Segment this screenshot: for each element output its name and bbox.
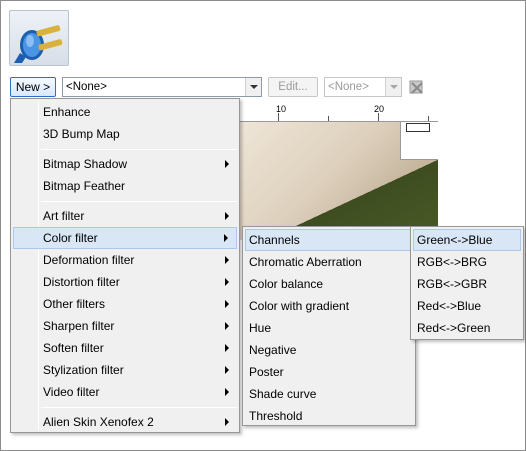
preset-select[interactable]: <None> [62, 77, 262, 97]
menu-item-color-balance[interactable]: Color balance [245, 273, 413, 295]
menu-separator [41, 149, 237, 150]
ruler-tick [428, 116, 429, 121]
horizontal-ruler: 10 20 [238, 100, 438, 122]
view-toggle-icon[interactable] [406, 123, 430, 132]
menu-item-red-green[interactable]: Red<->Green [413, 317, 521, 339]
menu-item-label: Soften filter [43, 341, 104, 355]
menu-item-3d-bump-map[interactable]: 3D Bump Map [13, 123, 237, 145]
menu-item-rgb-brg[interactable]: RGB<->BRG [413, 251, 521, 273]
menu-item-hue[interactable]: Hue [245, 317, 413, 339]
menu-item-soften-filter[interactable]: Soften filter [13, 337, 237, 359]
new-menu: Enhance 3D Bump Map Bitmap Shadow Bitmap… [10, 98, 240, 433]
menu-item-poster[interactable]: Poster [245, 361, 413, 383]
ruler-tick [378, 113, 379, 121]
menu-item-chromatic-aberration[interactable]: Chromatic Aberration [245, 251, 413, 273]
menu-item-deformation-filter[interactable]: Deformation filter [13, 249, 237, 271]
menu-item-label: Chromatic Aberration [249, 255, 362, 269]
menu-item-bitmap-shadow[interactable]: Bitmap Shadow [13, 153, 237, 175]
menu-item-shade-curve[interactable]: Shade curve [245, 383, 413, 405]
color-filter-submenu: Channels Chromatic Aberration Color bala… [242, 226, 416, 426]
menu-item-label: Bitmap Shadow [43, 157, 128, 171]
menu-item-label: Hue [249, 321, 272, 335]
submenu-arrow-icon [225, 212, 229, 220]
menu-item-label: Shade curve [249, 387, 317, 401]
menu-item-enhance[interactable]: Enhance [13, 101, 237, 123]
menu-item-label: Other filters [43, 297, 106, 311]
menu-item-green-blue[interactable]: Green<->Blue [413, 229, 521, 251]
submenu-arrow-icon [224, 234, 228, 242]
menu-item-label: Red<->Blue [417, 299, 482, 313]
menu-item-label: Threshold [249, 409, 303, 423]
submenu-arrow-icon [225, 366, 229, 374]
channels-submenu: Green<->Blue RGB<->BRG RGB<->GBR Red<->B… [410, 226, 524, 340]
menu-item-label: Stylization filter [43, 363, 124, 377]
menu-item-threshold[interactable]: Threshold [245, 405, 413, 427]
menu-item-label: Distortion filter [43, 275, 120, 289]
chevron-down-icon[interactable] [245, 78, 261, 96]
second-select-value: <None> [328, 81, 369, 93]
edit-button[interactable]: Edit... [268, 77, 318, 97]
submenu-arrow-icon [225, 160, 229, 168]
submenu-arrow-icon [225, 418, 229, 426]
menu-item-label: Green<->Blue [417, 233, 493, 247]
menu-item-label: RGB<->BRG [417, 255, 488, 269]
menu-item-bitmap-feather[interactable]: Bitmap Feather [13, 175, 237, 197]
plugin-icon[interactable] [9, 10, 69, 66]
menu-item-label: Enhance [43, 105, 91, 119]
submenu-arrow-icon [225, 300, 229, 308]
menu-item-channels[interactable]: Channels [245, 229, 413, 251]
menu-item-red-blue[interactable]: Red<->Blue [413, 295, 521, 317]
menu-item-label: Bitmap Feather [43, 179, 126, 193]
menu-item-alien-skin-xenofex-2[interactable]: Alien Skin Xenofex 2 [13, 411, 237, 433]
menu-item-label: Color filter [43, 231, 98, 245]
menu-item-label: Color with gradient [249, 299, 350, 313]
menu-item-sharpen-filter[interactable]: Sharpen filter [13, 315, 237, 337]
menu-item-art-filter[interactable]: Art filter [13, 205, 237, 227]
submenu-arrow-icon [225, 344, 229, 352]
ruler-label: 20 [374, 104, 385, 114]
submenu-arrow-icon [225, 256, 229, 264]
menu-item-color-filter[interactable]: Color filter [13, 227, 237, 249]
menu-separator [41, 201, 237, 202]
delete-icon[interactable] [408, 79, 426, 95]
menu-item-rgb-gbr[interactable]: RGB<->GBR [413, 273, 521, 295]
menu-item-label: Art filter [43, 209, 85, 223]
menu-item-stylization-filter[interactable]: Stylization filter [13, 359, 237, 381]
menu-item-label: Deformation filter [43, 253, 135, 267]
toolbar: New > <None> Edit... <None> [0, 74, 526, 100]
ruler-tick [278, 113, 279, 121]
new-button[interactable]: New > [10, 77, 56, 97]
preview-area: 10 20 [238, 100, 438, 240]
submenu-arrow-icon [225, 388, 229, 396]
chevron-down-icon[interactable] [385, 78, 401, 96]
ruler-tick [328, 116, 329, 121]
menu-item-label: 3D Bump Map [43, 127, 120, 141]
menu-item-label: Negative [249, 343, 297, 357]
menu-item-distortion-filter[interactable]: Distortion filter [13, 271, 237, 293]
submenu-arrow-icon [225, 322, 229, 330]
menu-separator [41, 407, 237, 408]
preset-select-value: <None> [66, 81, 107, 93]
menu-item-negative[interactable]: Negative [245, 339, 413, 361]
menu-item-label: Channels [249, 233, 300, 247]
menu-item-other-filters[interactable]: Other filters [13, 293, 237, 315]
menu-item-video-filter[interactable]: Video filter [13, 381, 237, 403]
menu-item-label: RGB<->GBR [417, 277, 488, 291]
menu-item-color-with-gradient[interactable]: Color with gradient [245, 295, 413, 317]
menu-item-label: Alien Skin Xenofex 2 [43, 415, 154, 429]
second-select[interactable]: <None> [324, 77, 402, 97]
menu-item-label: Red<->Green [417, 321, 491, 335]
menu-item-label: Video filter [43, 385, 100, 399]
menu-item-label: Color balance [249, 277, 324, 291]
menu-item-label: Sharpen filter [43, 319, 115, 333]
menu-item-label: Poster [249, 365, 284, 379]
submenu-arrow-icon [225, 278, 229, 286]
